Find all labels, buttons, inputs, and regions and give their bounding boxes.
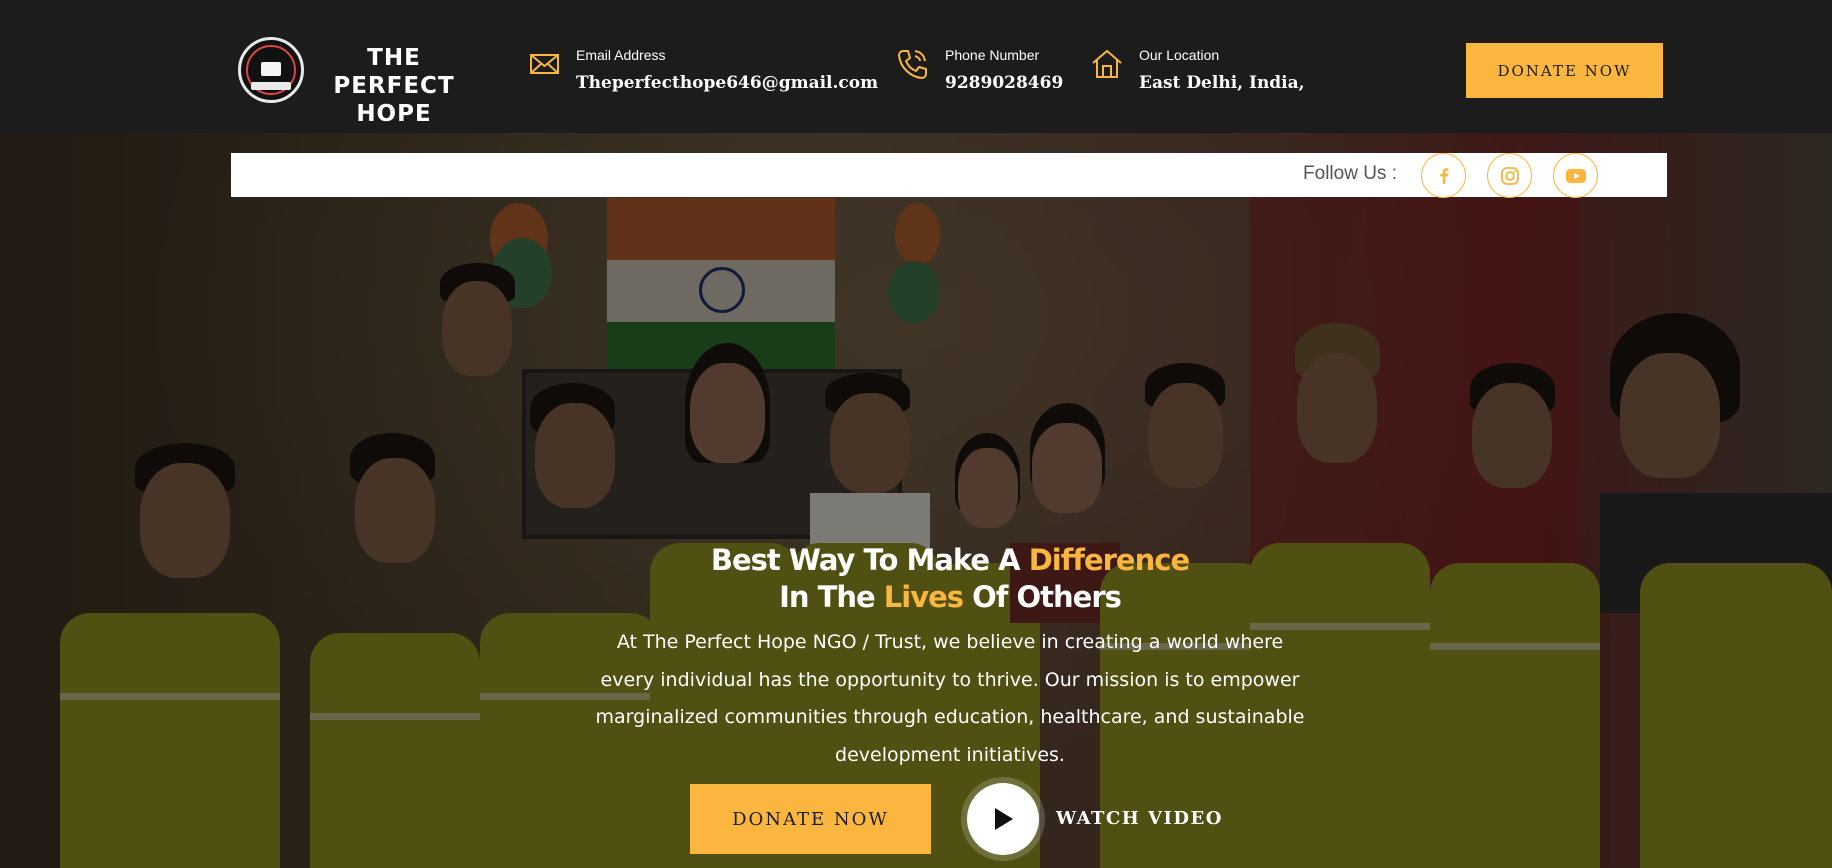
headline-text: Of Others [963,580,1122,614]
headline-highlight: Difference [1028,543,1190,577]
location-value: East Delhi, India, [1139,73,1305,93]
youtube-link[interactable] [1553,153,1598,198]
youtube-icon [1565,168,1586,183]
phone-label: Phone Number [945,47,1040,63]
location-label: Our Location [1139,47,1220,63]
email-label: Email Address [576,47,666,63]
brand-name-line2: HOPE [356,101,432,127]
facebook-link[interactable] [1421,153,1466,198]
brand-name[interactable]: THE PERFECT HOPE [320,44,468,128]
play-icon [995,808,1013,830]
phone-value[interactable]: 9289028469 [945,73,1063,93]
follow-label: Follow Us : [1303,163,1397,184]
headline-highlight: Lives [883,580,964,614]
envelope-icon [530,54,559,74]
donate-now-button-hero[interactable]: DONATE NOW [690,784,931,854]
home-icon [1092,50,1122,78]
top-header: THE PERFECT HOPE Email Address Theperfec… [0,0,1832,133]
instagram-link[interactable] [1487,153,1532,198]
facebook-icon [1439,167,1448,184]
logo-banner [251,82,291,90]
play-video-button[interactable] [967,783,1039,855]
logo[interactable] [238,37,304,103]
headline-text: In The [779,580,884,614]
email-value[interactable]: Theperfecthope646@gmail.com [576,73,878,93]
headline-text: Best Way To Make A [710,543,1029,577]
follow-bar: Follow Us : [231,153,1667,198]
donate-now-button-header[interactable]: DONATE NOW [1466,43,1663,98]
hero-description: At The Perfect Hope NGO / Trust, we beli… [595,631,1305,766]
instagram-icon [1500,166,1519,185]
hero-headline: Best Way To Make A Difference In The Liv… [0,542,1832,616]
book-icon [261,62,281,76]
phone-icon [898,50,927,79]
brand-name-line1: THE PERFECT [333,45,455,99]
hero-section: Follow Us : Best Way To Make A Differenc… [0,133,1832,868]
watch-video-link[interactable]: WATCH VIDEO [1056,808,1223,829]
